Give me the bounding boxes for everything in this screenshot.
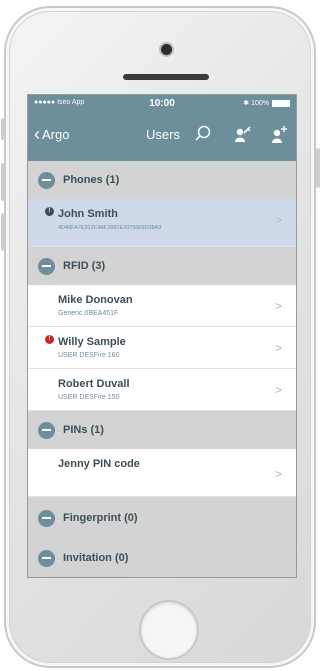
key-user-icon[interactable] xyxy=(231,123,253,145)
list-item-willy-sample[interactable]: ! Willy Sample USER DESFire 160 > xyxy=(28,327,296,369)
user-name: Mike Donovan xyxy=(58,294,133,306)
section-label: Fingerprint (0) xyxy=(63,512,138,524)
navigation-bar: ‹ Argo Users xyxy=(28,113,296,161)
back-button[interactable]: ‹ Argo xyxy=(34,124,70,144)
list-item-john-smith[interactable]: ! John Smith 4D49FA7E912C46F2987E3375009… xyxy=(28,199,296,247)
home-button[interactable] xyxy=(139,600,199,660)
search-icon[interactable] xyxy=(192,123,214,145)
collapse-icon[interactable] xyxy=(38,509,55,527)
users-list: Phones (1) ! John Smith 4D49FA7E912C46F2… xyxy=(28,161,296,577)
section-header-rfid[interactable]: RFID (3) xyxy=(28,247,296,285)
earpiece-speaker xyxy=(123,74,209,80)
credential-id: 4D49FA7E912C46F2987E3375009D38A3 xyxy=(58,225,162,231)
front-camera xyxy=(161,44,172,55)
section-label: PINs (1) xyxy=(63,424,104,436)
section-header-invitation[interactable]: Invitation (0) xyxy=(28,539,296,577)
list-item-jenny-pin[interactable]: Jenny PIN code > xyxy=(28,449,296,497)
user-name: Willy Sample xyxy=(58,336,126,348)
back-label: Argo xyxy=(42,127,70,142)
collapse-icon[interactable] xyxy=(38,421,55,439)
add-user-icon[interactable] xyxy=(268,123,290,145)
user-name: Jenny PIN code xyxy=(58,458,140,470)
section-label: Phones (1) xyxy=(63,174,120,186)
volume-down-button xyxy=(1,213,5,251)
power-button xyxy=(316,148,320,188)
volume-up-button xyxy=(1,163,5,201)
page-title: Users xyxy=(146,127,180,142)
collapse-icon[interactable] xyxy=(38,549,55,567)
section-label: RFID (3) xyxy=(63,260,106,272)
chevron-right-icon: > xyxy=(274,467,282,481)
battery-icon xyxy=(272,99,290,107)
chevron-left-icon: ‹ xyxy=(34,124,40,144)
app-header: ●●●●● Iseo App 10:00 ✱ 100% ‹ Argo Users xyxy=(28,95,296,161)
collapse-icon[interactable] xyxy=(38,171,55,189)
chevron-right-icon: > xyxy=(274,213,282,227)
chevron-right-icon: > xyxy=(274,299,282,313)
app-screen: ●●●●● Iseo App 10:00 ✱ 100% ‹ Argo Users xyxy=(27,94,297,578)
status-bar: ●●●●● Iseo App 10:00 ✱ 100% xyxy=(28,95,296,113)
user-name: Robert Duvall xyxy=(58,378,130,390)
mute-switch xyxy=(1,118,5,140)
section-header-pins[interactable]: PINs (1) xyxy=(28,411,296,449)
list-item-mike-donovan[interactable]: Mike Donovan Generic 0BEA451F > xyxy=(28,285,296,327)
collapse-icon[interactable] xyxy=(38,257,55,275)
section-header-fingerprint[interactable]: Fingerprint (0) xyxy=(28,497,296,539)
chevron-right-icon: > xyxy=(274,383,282,397)
section-header-phones[interactable]: Phones (1) xyxy=(28,161,296,199)
credential-id: Generic 0BEA451F xyxy=(58,310,119,317)
section-label: Invitation (0) xyxy=(63,552,129,564)
alert-badge-icon: ! xyxy=(45,335,54,344)
battery-status: ✱ 100% xyxy=(243,99,290,107)
user-name: John Smith xyxy=(58,208,118,220)
list-item-robert-duvall[interactable]: Robert Duvall USER DESFire 150 > xyxy=(28,369,296,411)
credential-id: USER DESFire 150 xyxy=(58,394,120,401)
credential-id: USER DESFire 160 xyxy=(58,352,120,359)
alert-badge-icon: ! xyxy=(45,207,54,216)
chevron-right-icon: > xyxy=(274,341,282,355)
battery-label: ✱ 100% xyxy=(243,100,269,107)
